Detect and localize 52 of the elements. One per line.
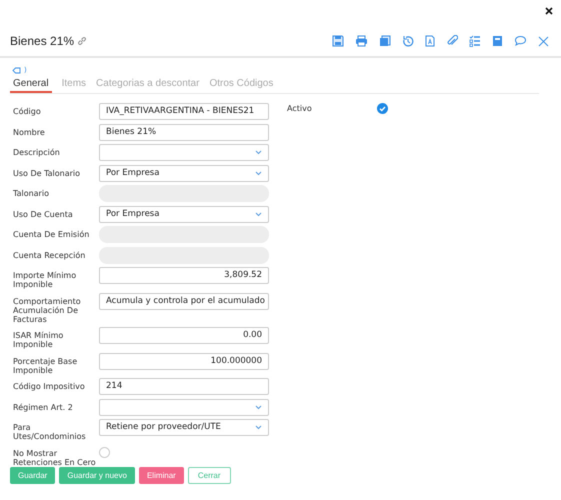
paperclip-icon[interactable] — [446, 35, 458, 47]
radio-button[interactable] — [99, 446, 110, 458]
field-label: Código Impositivo — [13, 381, 86, 391]
chevron-icon — [255, 425, 262, 430]
print-icon[interactable] — [355, 35, 368, 47]
dropdown-value: Por Empresa — [106, 166, 160, 180]
chevron-icon — [255, 150, 262, 155]
field-label: Comportamiento Acumulación De Facturas — [13, 296, 82, 324]
link-icon[interactable] — [77, 36, 88, 46]
field-label: Porcentaje Base Imponible — [13, 356, 78, 374]
chat-icon[interactable] — [514, 35, 527, 47]
dropdown[interactable]: Acumula y controla por el acumulado — [99, 292, 269, 310]
field-label: Importe Mínimo Imponible — [13, 270, 78, 289]
copy-icon[interactable] — [379, 35, 391, 47]
close-icon[interactable] — [545, 7, 553, 15]
dropdown-value: Por Empresa — [106, 208, 160, 220]
field-label: Régimen Art. 2 — [13, 402, 74, 412]
dropdown-value: Acumula y controla por el acumulado — [106, 294, 265, 308]
number-field[interactable]: 3,809.52 — [99, 267, 269, 284]
text-field[interactable]: IVA_RETIVAARGENTINA - BIENES21 — [99, 103, 269, 120]
field-label: Descripción — [13, 147, 61, 157]
tab[interactable]: General — [10, 77, 52, 93]
record-title: Bienes 21% — [10, 34, 74, 48]
history-icon[interactable] — [402, 35, 414, 47]
dropdown[interactable]: Retiene por proveedor/UTE — [99, 419, 269, 436]
field-label: No Mostrar Retenciones En Cero — [13, 448, 97, 466]
field-label: Uso De Cuenta — [13, 208, 74, 218]
field-label: Cuenta De Emisión — [13, 229, 90, 239]
chevron-icon — [255, 212, 262, 216]
number-field[interactable]: 0.00 — [99, 327, 269, 344]
field-label: Para Utes/Condominios — [13, 422, 87, 441]
book-icon[interactable] — [492, 35, 503, 47]
text-field[interactable]: Bienes 21% — [99, 124, 269, 140]
checklist-icon[interactable] — [469, 35, 481, 47]
save-icon[interactable] — [332, 35, 344, 47]
field-label: Activo — [287, 103, 313, 113]
chevron-icon — [255, 170, 262, 176]
chevron-icon — [255, 404, 262, 410]
dropdown-value: Retiene por proveedor/UTE — [106, 421, 221, 434]
dropdown[interactable]: Por Empresa — [99, 206, 269, 222]
field-label: Talonario — [13, 188, 50, 198]
dropdown[interactable]: Por Empresa — [99, 164, 269, 182]
document-icon[interactable] — [425, 35, 435, 47]
checkbox[interactable] — [377, 103, 388, 114]
field-label: Cuenta Recepción — [13, 250, 86, 260]
field-label: Código — [13, 106, 42, 116]
field-label: Nombre — [13, 126, 46, 136]
text-field[interactable]: 214 — [99, 378, 269, 395]
number-field[interactable]: 100.000000 — [99, 352, 269, 370]
tag-icon[interactable] — [12, 66, 21, 74]
field-label: ISAR Mínimo Imponible — [13, 330, 64, 349]
field-label: Uso De Talonario — [13, 168, 82, 178]
